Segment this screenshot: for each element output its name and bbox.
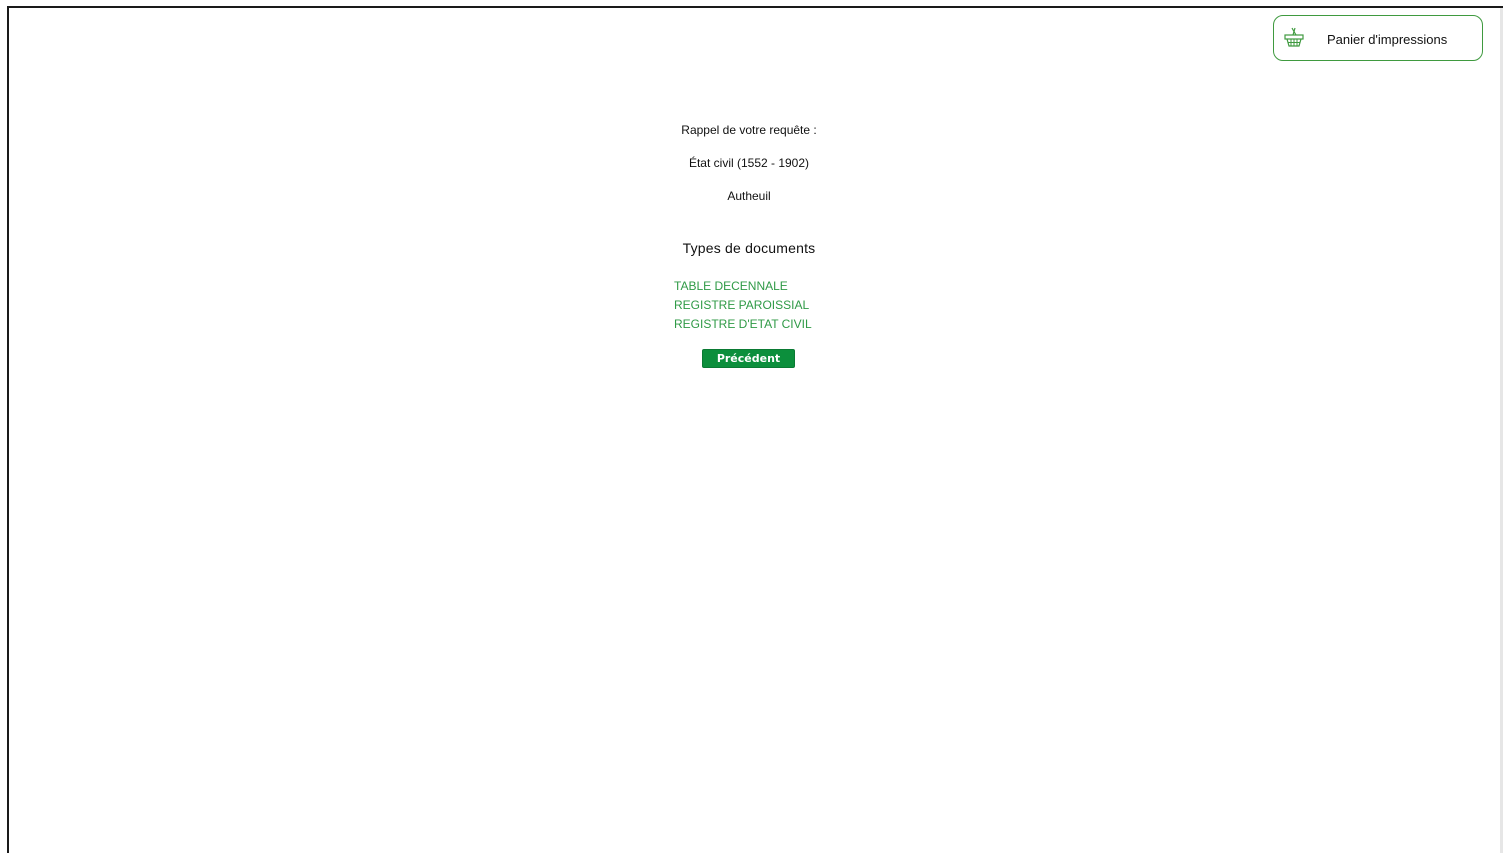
- document-type-link-registre-paroissial[interactable]: REGISTRE PAROISSIAL: [674, 296, 812, 315]
- document-type-link-table-decennale[interactable]: TABLE DECENNALE: [674, 277, 812, 296]
- print-cart-label: Panier d'impressions: [1327, 32, 1448, 47]
- query-recall-label: Rappel de votre requête :: [681, 123, 817, 137]
- basket-icon: [1284, 27, 1304, 47]
- previous-button[interactable]: Précédent: [702, 349, 795, 368]
- print-cart-button[interactable]: Panier d'impressions: [1273, 15, 1483, 61]
- document-type-link-registre-etat-civil[interactable]: REGISTRE D'ETAT CIVIL: [674, 315, 812, 334]
- document-types-heading: Types de documents: [682, 240, 816, 256]
- query-place: Autheuil: [727, 189, 771, 203]
- document-types-list: TABLE DECENNALE REGISTRE PAROISSIAL REGI…: [674, 277, 812, 334]
- query-fonds: État civil (1552 - 1902): [688, 156, 810, 170]
